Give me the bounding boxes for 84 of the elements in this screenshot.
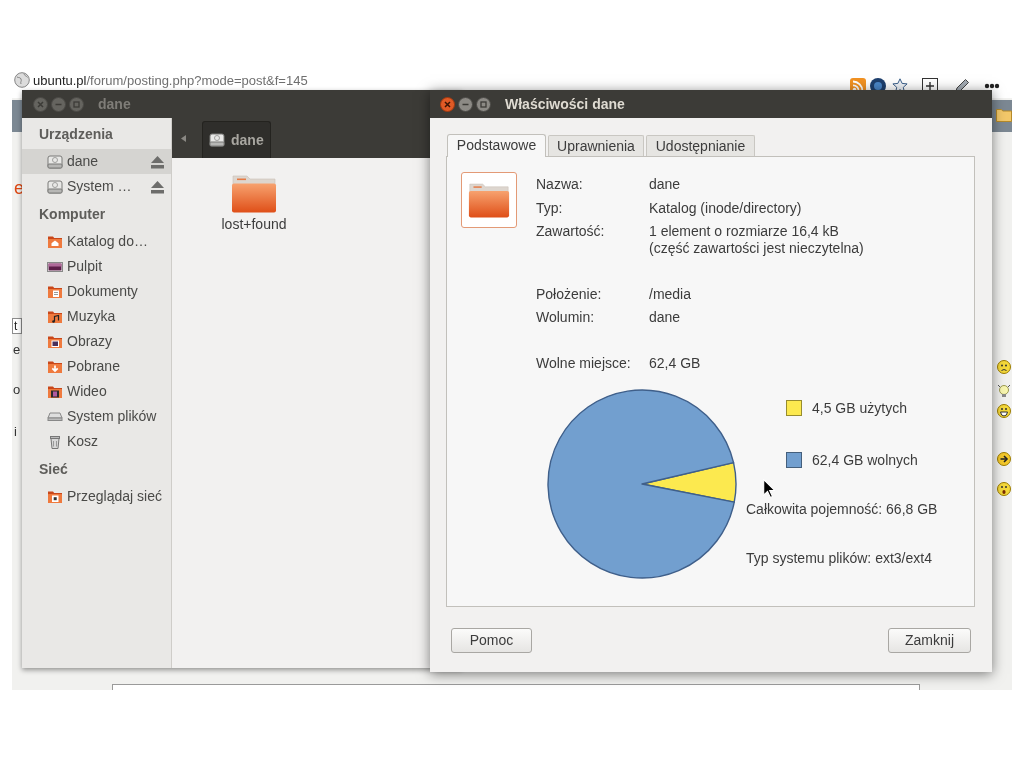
sidebar-item[interactable]: Kosz bbox=[22, 429, 171, 454]
sidebar-item[interactable]: Przeglądaj sieć bbox=[22, 484, 171, 509]
sidebar-item[interactable]: Pulpit bbox=[22, 254, 171, 279]
eject-icon[interactable] bbox=[150, 154, 165, 169]
text-fragment: e bbox=[13, 342, 21, 357]
dialog-button[interactable]: Pomoc bbox=[451, 628, 532, 653]
property-value: dane bbox=[649, 176, 682, 193]
url-text[interactable]: ubuntu.pl/forum/posting.php?mode=post&f=145 bbox=[33, 72, 308, 88]
tab[interactable]: Uprawnienia bbox=[548, 135, 644, 156]
property-label: Zawartość: bbox=[536, 223, 606, 241]
sidebar-item-label[interactable]: System … bbox=[67, 176, 132, 197]
lightbulb-icon bbox=[997, 384, 1011, 398]
path-button[interactable]: dane bbox=[202, 121, 271, 158]
sidebar-item-label[interactable]: Pulpit bbox=[67, 256, 103, 277]
sidebar-item-label[interactable]: Wideo bbox=[67, 381, 107, 402]
sad-face-icon bbox=[997, 360, 1011, 374]
maximize-icon[interactable] bbox=[476, 96, 491, 112]
sidebar-item-label[interactable]: Dokumenty bbox=[67, 281, 138, 302]
close-icon[interactable] bbox=[440, 96, 455, 112]
property-note: (część zawartości jest nieczytelna) bbox=[649, 240, 864, 257]
dots-icon[interactable] bbox=[984, 83, 1000, 89]
property-value: 1 element o rozmiarze 16,4 kB bbox=[649, 223, 840, 240]
drive-icon bbox=[47, 153, 63, 170]
desktop-icon bbox=[47, 261, 63, 272]
sidebar-item-label[interactable]: Przeglądaj sieć bbox=[67, 486, 162, 507]
arrow-left-icon[interactable] bbox=[181, 134, 186, 142]
drive-icon bbox=[47, 178, 63, 195]
filesystem-type-text: Typ systemu plików: ext3/ext4 bbox=[746, 549, 932, 567]
legend-label: 4,5 GB użytych bbox=[812, 399, 907, 417]
eject-icon[interactable] bbox=[150, 179, 165, 194]
folder-icon[interactable] bbox=[996, 108, 1012, 122]
maximize-icon[interactable] bbox=[69, 96, 84, 112]
sidebar-item[interactable]: Muzyka bbox=[22, 304, 171, 329]
mouse-pointer-icon bbox=[763, 479, 775, 498]
window-title: Właściwości dane bbox=[505, 94, 625, 114]
property-label: Wolne miejsce: bbox=[536, 354, 632, 372]
sidebar-item[interactable]: Pobrane bbox=[22, 354, 171, 379]
text-fragment: i bbox=[14, 424, 17, 439]
arrow-circle-icon bbox=[997, 452, 1011, 466]
property-label: Typ: bbox=[536, 199, 564, 217]
minimize-icon[interactable] bbox=[51, 96, 66, 112]
property-label: Wolumin: bbox=[536, 309, 596, 326]
section-heading: Komputer bbox=[38, 205, 107, 223]
sidebar-item[interactable]: Wideo bbox=[22, 379, 171, 404]
property-value: 62,4 GB bbox=[649, 354, 702, 372]
file-name[interactable]: lost+found bbox=[221, 216, 287, 233]
tab[interactable]: Podstawowe bbox=[447, 134, 546, 157]
globe-icon bbox=[14, 72, 30, 88]
sidebar-item-label[interactable]: Obrazy bbox=[67, 331, 113, 352]
sidebar-item-label[interactable]: dane bbox=[67, 151, 99, 172]
property-value: Katalog (inode/directory) bbox=[649, 199, 803, 217]
trash-icon bbox=[47, 433, 63, 450]
sidebar-item-label[interactable]: Kosz bbox=[67, 431, 99, 452]
minimize-icon[interactable] bbox=[458, 96, 473, 112]
close-icon[interactable] bbox=[33, 96, 48, 112]
sidebar-item[interactable]: dane bbox=[22, 149, 171, 174]
sidebar-item-label[interactable]: Pobrane bbox=[67, 356, 120, 377]
icon-button[interactable] bbox=[461, 172, 517, 228]
sidebar-item[interactable]: Dokumenty bbox=[22, 279, 171, 304]
grin-face-icon bbox=[997, 404, 1011, 418]
text-fragment: o bbox=[13, 382, 21, 397]
sidebar-item[interactable]: System plików bbox=[22, 404, 171, 429]
surprised-face-icon bbox=[997, 482, 1011, 496]
sidebar-item[interactable]: Obrazy bbox=[22, 329, 171, 354]
section-heading: Urządzenia bbox=[38, 125, 114, 143]
section-heading: Sieć bbox=[38, 460, 69, 478]
sidebar-item[interactable]: System … bbox=[22, 174, 171, 199]
drive-icon bbox=[209, 132, 225, 148]
folder-icon bbox=[468, 182, 510, 218]
sidebar-item[interactable]: Katalog do… bbox=[22, 229, 171, 254]
drive-icon bbox=[47, 412, 63, 421]
sidebar-item-label[interactable]: Katalog do… bbox=[67, 231, 148, 252]
dialog-button[interactable]: Zamknij bbox=[888, 628, 971, 653]
property-label: Położenie: bbox=[536, 285, 603, 303]
property-value: /media bbox=[649, 285, 693, 303]
folder-icon[interactable] bbox=[231, 175, 277, 213]
tab[interactable]: Udostępnianie bbox=[646, 135, 755, 156]
property-label: Nazwa: bbox=[536, 176, 584, 193]
property-value: dane bbox=[649, 309, 682, 326]
total-capacity-text: Całkowita pojemność: 66,8 GB bbox=[746, 500, 938, 518]
legend-label: 62,4 GB wolnych bbox=[812, 451, 918, 469]
sidebar-item-label[interactable]: Muzyka bbox=[67, 306, 116, 327]
window-title: dane bbox=[98, 94, 131, 114]
sidebar-item-label[interactable]: System plików bbox=[67, 406, 157, 427]
